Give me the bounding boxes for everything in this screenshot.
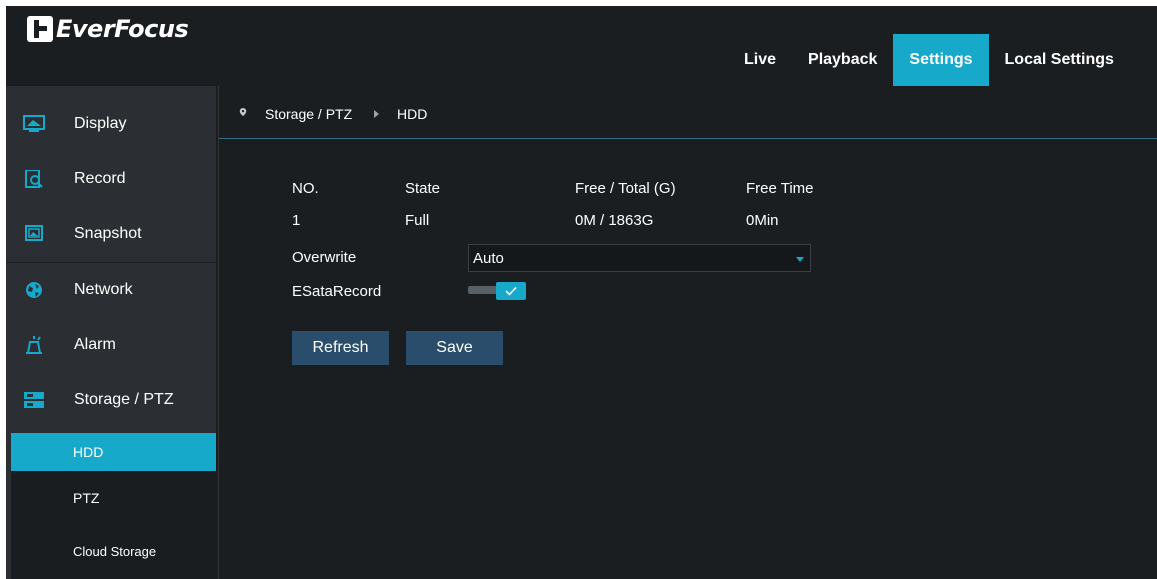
breadcrumb: Storage / PTZ HDD [219,86,1157,139]
sidebar-item-alarm[interactable]: Alarm [6,318,216,372]
sidebar-subitem-label: PTZ [73,489,100,506]
esata-record-label: ESataRecord [292,283,382,300]
breadcrumb-arrow-icon [374,110,379,118]
toggle-track [468,286,498,294]
sidebar-subitem-hdd[interactable]: HDD [11,433,216,471]
sidebar-item-label: Network [74,281,133,298]
sidebar-subitem-ptz[interactable]: PTZ [11,471,216,524]
app-window: EverFocus Live Playback Settings Local S… [6,6,1157,579]
checkmark-icon [505,286,517,296]
hdd-row-free-total: 0M / 1863G [575,212,654,229]
hdd-row-no: 1 [292,212,301,229]
esata-record-toggle[interactable] [468,282,526,300]
chevron-down-icon [796,257,804,262]
alarm-icon [26,336,42,354]
sidebar-item-snapshot[interactable]: Snapshot [6,207,216,261]
sidebar-subitem-cloud-storage[interactable]: Cloud Storage [11,524,216,579]
snapshot-icon [25,225,43,241]
top-bar: EverFocus Live Playback Settings Local S… [6,6,1157,86]
overwrite-select[interactable]: Auto [468,244,811,272]
column-header-no: NO. [292,180,319,197]
tab-live[interactable]: Live [730,34,792,86]
save-button[interactable]: Save [406,331,503,365]
sidebar-item-label: Snapshot [74,225,142,242]
sidebar-item-label: Storage / PTZ [74,391,174,408]
sidebar-subitem-label: Cloud Storage [73,544,157,559]
column-header-state: State [405,180,441,197]
column-header-free-total: Free / Total (G) [575,180,676,197]
overwrite-label: Overwrite [292,249,357,266]
record-icon [25,170,43,188]
breadcrumb-section[interactable]: Storage / PTZ [265,106,352,122]
toggle-knob [496,282,526,300]
sidebar-item-storage-ptz[interactable]: Storage / PTZ [6,373,216,427]
sidebar-item-label: Record [74,170,126,187]
sidebar-subitem-label: HDD [73,444,104,460]
brand-name: EverFocus [56,15,189,43]
sidebar-item-label: Alarm [74,336,116,353]
storage-icon [24,392,44,408]
breadcrumb-page: HDD [397,106,428,122]
tab-local-settings[interactable]: Local Settings [989,34,1130,86]
hdd-row-free-time: 0Min [746,212,779,229]
location-pin-icon [239,108,247,116]
sidebar-item-record[interactable]: Record [6,152,216,206]
sidebar: Display Record Snapshot Network Alarm St… [6,86,216,579]
logo-icon [27,16,53,42]
main-panel: Storage / PTZ HDD NO. State Free / Total… [218,86,1157,579]
tab-playback[interactable]: Playback [792,34,893,86]
display-icon [23,115,45,132]
sidebar-item-label: Display [74,115,127,132]
refresh-button[interactable]: Refresh [292,331,389,365]
brand-logo: EverFocus [27,12,189,46]
tab-settings[interactable]: Settings [893,34,989,86]
column-header-free-time: Free Time [746,180,814,197]
sidebar-item-display[interactable]: Display [6,97,216,151]
top-navigation: Live Playback Settings Local Settings [730,34,1130,86]
sidebar-item-network[interactable]: Network [6,263,216,317]
network-icon [26,282,42,298]
hdd-row-state: Full [405,212,430,229]
overwrite-value: Auto [473,250,504,267]
